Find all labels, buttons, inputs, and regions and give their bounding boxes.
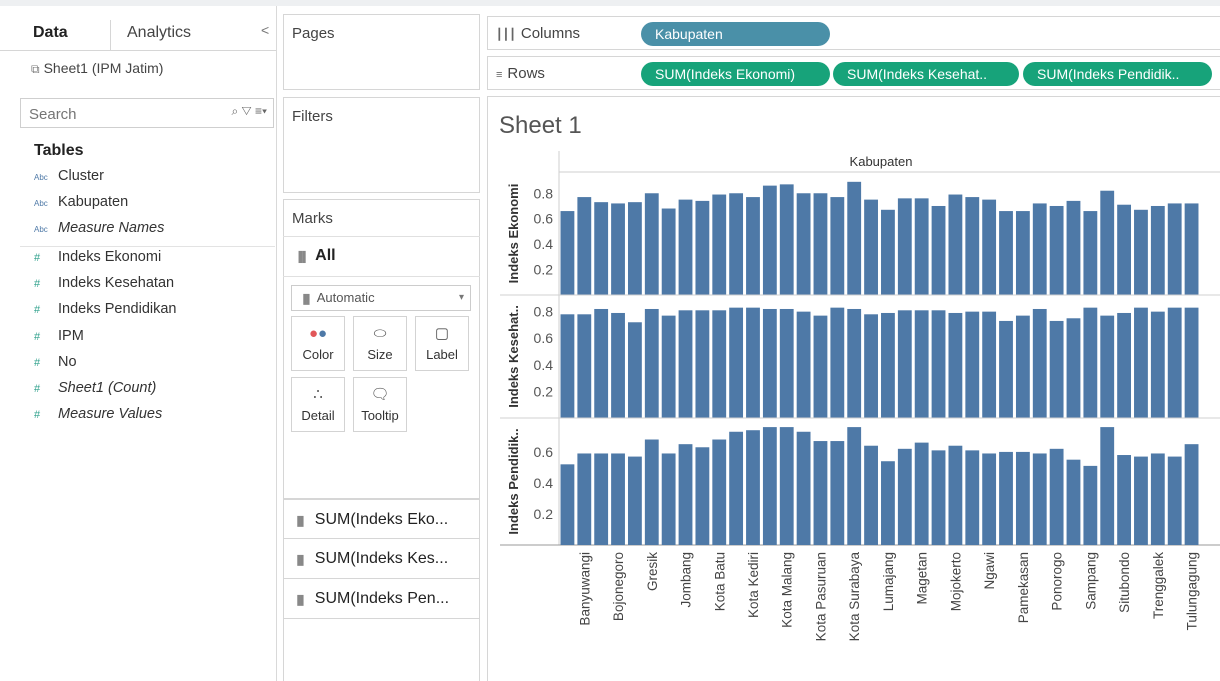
size-button[interactable]: ⬭ Size	[353, 316, 407, 371]
tooltip-icon: 🗨	[370, 386, 390, 403]
bar-mark-icon: ▐▌	[300, 294, 313, 304]
tooltip-button[interactable]: 🗨 Tooltip	[353, 377, 407, 432]
bar-mark-icon: ▐▌	[295, 252, 310, 263]
marks-all[interactable]: ▐▌ All	[295, 247, 336, 265]
number-type-icon: #	[34, 278, 41, 290]
bar-mark-icon: ▐▌	[294, 516, 307, 526]
data-source-icon: ⧉	[31, 62, 40, 76]
tab-divider	[110, 20, 111, 50]
rows-shelf[interactable]: ≡ Rows SUM(Indeks Ekonomi) SUM(Indeks Kes…	[487, 56, 1220, 90]
number-type-icon: #	[34, 383, 41, 395]
number-type-icon: #	[34, 304, 41, 316]
filters-shelf[interactable]: Filters	[283, 97, 480, 193]
detail-icon: ∴	[313, 386, 323, 403]
columns-shelf[interactable]: ┃┃┃ Columns Kabupaten	[487, 16, 1220, 50]
number-type-icon: #	[34, 409, 41, 421]
tab-analytics[interactable]: Analytics	[127, 20, 191, 50]
filter-icon[interactable]: ▽	[242, 104, 252, 118]
chevron-down-icon: ▾	[458, 292, 464, 303]
rows-pill-indeks-kesehatan[interactable]: SUM(Indeks Kesehat..	[833, 62, 1019, 86]
field-sheet1-count[interactable]: # Sheet1 (Count)	[34, 378, 156, 398]
tables-heading: Tables	[34, 142, 84, 159]
label-icon: ▢	[434, 325, 450, 342]
field-measure-values[interactable]: # Measure Values	[34, 404, 162, 424]
search-icon[interactable]: ⌕	[231, 104, 238, 118]
data-pane-tabs: Data Analytics <	[0, 20, 276, 51]
marks-field-indeks-pendidikan[interactable]: ▐▌ SUM(Indeks Pen...	[283, 579, 480, 619]
marks-field-indeks-ekonomi[interactable]: ▐▌ SUM(Indeks Eko...	[283, 499, 480, 539]
bar-mark-icon: ▐▌	[294, 555, 307, 565]
filters-title: Filters	[292, 108, 333, 125]
field-kabupaten[interactable]: Abc Kabupaten	[34, 192, 128, 212]
number-type-icon: #	[34, 252, 41, 264]
columns-pill-kabupaten[interactable]: Kabupaten	[641, 22, 830, 46]
string-type-icon: Abc	[34, 225, 48, 234]
field-measure-names[interactable]: Abc Measure Names	[34, 218, 164, 238]
label-button[interactable]: ▢ Label	[415, 316, 469, 371]
search-input[interactable]	[27, 103, 191, 125]
mark-type-select[interactable]: ▐▌ Automatic ▾	[291, 285, 471, 311]
detail-button[interactable]: ∴ Detail	[291, 377, 345, 432]
field-indeks-ekonomi[interactable]: # Indeks Ekonomi	[34, 247, 161, 267]
field-indeks-kesehatan[interactable]: # Indeks Kesehatan	[34, 273, 174, 293]
pages-title: Pages	[292, 25, 335, 42]
rows-pill-indeks-ekonomi[interactable]: SUM(Indeks Ekonomi)	[641, 62, 830, 86]
field-cluster[interactable]: Abc Cluster	[34, 166, 104, 186]
field-indeks-pendidikan[interactable]: # Indeks Pendidikan	[34, 299, 177, 319]
marks-field-indeks-kesehatan[interactable]: ▐▌ SUM(Indeks Kes...	[283, 539, 480, 579]
color-button[interactable]: ●● Color	[291, 316, 345, 371]
size-icon: ⬭	[373, 325, 387, 342]
field-no[interactable]: # No	[34, 352, 77, 372]
pages-shelf[interactable]: Pages	[283, 14, 480, 90]
string-type-icon: Abc	[34, 173, 48, 182]
sheet-title: Sheet 1	[499, 112, 582, 139]
rows-pill-indeks-pendidikan[interactable]: SUM(Indeks Pendidik..	[1023, 62, 1212, 86]
field-ipm[interactable]: # IPM	[34, 326, 84, 346]
data-source-label: Sheet1 (IPM Jatim)	[43, 60, 164, 76]
marks-title: Marks	[292, 210, 333, 227]
rows-icon: ≡	[496, 69, 503, 81]
number-type-icon: #	[34, 331, 41, 343]
collapse-pane-icon[interactable]: <	[261, 22, 269, 38]
columns-icon: ┃┃┃	[496, 29, 516, 41]
bar-mark-icon: ▐▌	[294, 595, 307, 605]
color-icon: ●●	[308, 325, 328, 342]
data-pane: Data Analytics < ⧉Sheet1 (IPM Jatim) ⌕ ▽…	[0, 6, 277, 681]
worksheet-view	[487, 96, 1220, 681]
string-type-icon: Abc	[34, 199, 48, 208]
data-source[interactable]: ⧉ Sheet1 (IPM Jatim)	[31, 60, 163, 77]
number-type-icon: #	[34, 357, 41, 369]
tab-data[interactable]: Data	[33, 20, 68, 50]
search-box: ⌕ ▽ ≡▾	[20, 98, 274, 128]
view-options-icon[interactable]: ≡▾	[255, 104, 267, 118]
